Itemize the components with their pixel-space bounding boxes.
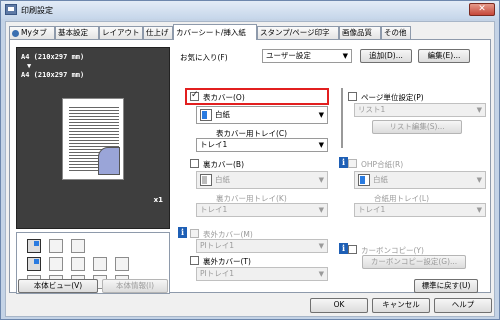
chevron-down-icon: ▼ (318, 111, 324, 119)
preview-arrow: ▼ (27, 62, 32, 70)
preview-size-text: A4 (210x297 mm) (21, 53, 85, 61)
chevron-down-icon: ▼ (342, 52, 348, 60)
paper-icon (200, 174, 212, 186)
tray-icon (27, 239, 41, 253)
page-unit-label: ページ単位設定(P) (361, 93, 424, 102)
device-info-button[interactable]: 本体情報(I) (102, 279, 168, 293)
tab-stamp[interactable]: スタンプ/ページ印字 (257, 26, 339, 39)
title-bar: 印刷設定 ✕ (1, 1, 499, 19)
back-cover-tray-select[interactable]: トレイ1 ▼ (196, 203, 328, 217)
page-unit-list-select[interactable]: リスト1 ▼ (354, 103, 486, 117)
tab-other[interactable]: その他 (381, 26, 411, 39)
finisher-icon (27, 257, 41, 271)
chevron-down-icon: ▼ (318, 141, 324, 149)
front-insert-checkbox[interactable] (190, 229, 199, 238)
add-favorite-button[interactable]: 追加(D)... (360, 49, 412, 63)
cover-sheet-panel: A4 (210x297 mm) ▼ A4 (210x297 mm) x1 お気に… (9, 39, 491, 294)
back-insert-tray-select[interactable]: PIトレイ1 ▼ (196, 267, 328, 281)
print-settings-window: 印刷設定 ✕ Myタブ 基本設定 レイアウト 仕上げ カバーシート/挿入紙 スタ… (0, 0, 500, 320)
favorites-label: お気に入り(F) (180, 53, 228, 62)
carbon-copy-checkbox[interactable] (348, 245, 357, 254)
carbon-copy-settings-button[interactable]: カーボンコピー設定(G)... (362, 255, 466, 269)
info-icon: i (339, 157, 348, 168)
highlight-box (185, 88, 329, 105)
front-cover-tray-select[interactable]: トレイ1 ▼ (196, 138, 328, 152)
booklet-icon (71, 257, 85, 271)
chevron-down-icon: ▼ (318, 176, 324, 184)
back-insert-checkbox[interactable] (190, 256, 199, 265)
dialog-client: Myタブ 基本設定 レイアウト 仕上げ カバーシート/挿入紙 スタンプ/ページ印… (5, 21, 495, 317)
ohp-label: OHP合紙(R) (361, 160, 404, 169)
chevron-down-icon: ▼ (318, 206, 324, 214)
ohp-tray-select[interactable]: トレイ1 ▼ (354, 203, 486, 217)
chevron-down-icon: ▼ (476, 206, 482, 214)
front-cover-paper-select[interactable]: 白紙 ▼ (196, 106, 328, 124)
chevron-down-icon: ▼ (476, 176, 482, 184)
device-view-button[interactable]: 本体ビュー(V) (18, 279, 98, 293)
ok-button[interactable]: OK (310, 298, 368, 313)
tab-layout[interactable]: レイアウト (99, 26, 143, 39)
tab-cover-sheet[interactable]: カバーシート/挿入紙 (173, 24, 257, 40)
tab-my[interactable]: Myタブ (9, 26, 55, 39)
window-title: 印刷設定 (21, 6, 53, 15)
back-cover-label: 裏カバー(B) (203, 160, 244, 169)
front-insert-tray-select[interactable]: PIトレイ1 ▼ (196, 239, 328, 253)
preview-area: A4 (210x297 mm) ▼ A4 (210x297 mm) x1 (16, 47, 170, 229)
tab-finish[interactable]: 仕上げ (143, 26, 173, 39)
chevron-down-icon: ▼ (318, 270, 324, 278)
edit-favorite-button[interactable]: 編集(E)... (418, 49, 470, 63)
back-cover-checkbox[interactable] (190, 159, 199, 168)
info-icon: i (339, 243, 348, 254)
page-unit-checkbox[interactable] (348, 92, 357, 101)
back-insert-label: 裏外カバー(T) (203, 257, 251, 266)
fold-icon (49, 257, 63, 271)
paper-icon (358, 174, 370, 186)
tab-basic[interactable]: 基本設定 (55, 26, 99, 39)
restore-default-button[interactable]: 標準に戻す(U) (414, 279, 478, 293)
printer-icon (5, 4, 17, 15)
cover-icon (115, 257, 129, 271)
ohp-paper-select[interactable]: 白紙 ▼ (354, 171, 486, 189)
back-cover-paper-select[interactable]: 白紙 ▼ (196, 171, 328, 189)
preview-output-size-text: A4 (210x297 mm) (21, 71, 85, 79)
punch-icon (71, 239, 85, 253)
help-button[interactable]: ヘルプ (434, 298, 492, 313)
cancel-button[interactable]: キャンセル (372, 298, 430, 313)
close-button[interactable]: ✕ (469, 3, 495, 16)
preview-paper (62, 98, 124, 180)
separator (341, 88, 343, 148)
tab-image-quality[interactable]: 画像品質 (339, 26, 381, 39)
info-icon: i (178, 227, 187, 238)
ohp-checkbox[interactable] (348, 159, 357, 168)
list-edit-button[interactable]: リスト編集(S)... (372, 120, 462, 134)
preview-cover (98, 147, 120, 175)
stapler-icon (49, 239, 63, 253)
chevron-down-icon: ▼ (476, 106, 482, 114)
chevron-down-icon: ▼ (318, 242, 324, 250)
user-icon (12, 29, 19, 37)
insert-icon (93, 257, 107, 271)
favorites-select[interactable]: ユーザー設定 ▼ (262, 49, 352, 63)
preview-copies: x1 (153, 196, 163, 204)
paper-icon (200, 109, 212, 121)
